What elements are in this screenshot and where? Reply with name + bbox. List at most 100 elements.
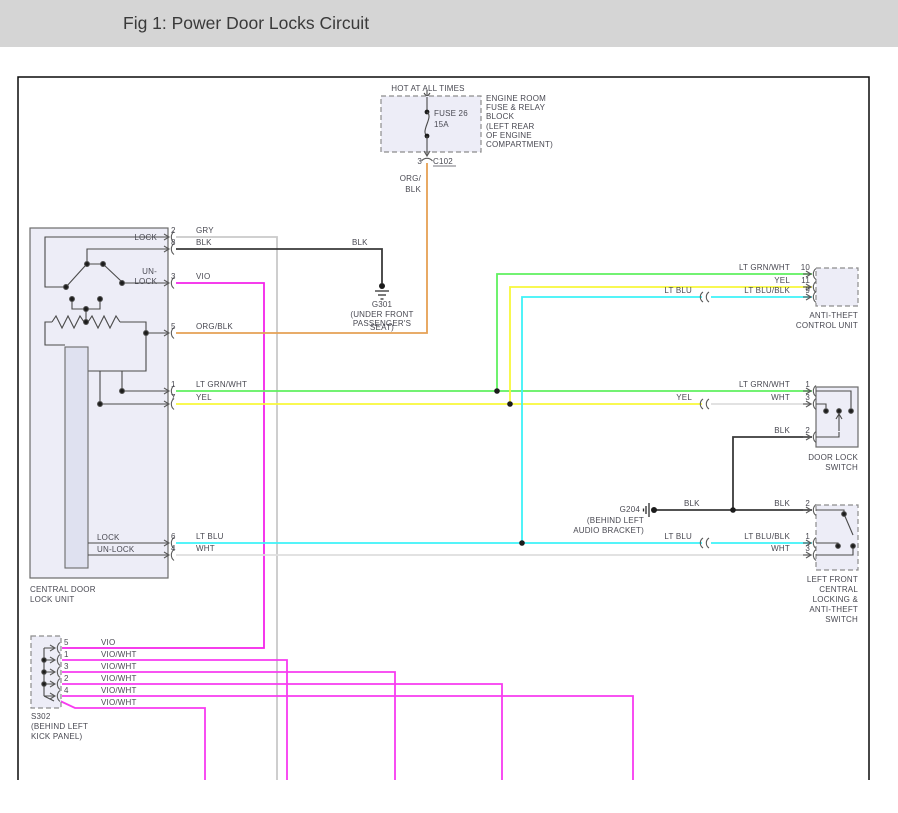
wire-name: YEL	[774, 276, 790, 285]
ground-g204: G204 (BEHIND LEFT AUDIO BRACKET) BLK	[573, 499, 700, 535]
fuse-block-location: OF ENGINE	[486, 131, 532, 140]
pin-number: 3	[805, 393, 810, 402]
fuse-block-location: COMPARTMENT)	[486, 140, 553, 149]
fuse-block-location: (LEFT REAR	[486, 122, 535, 131]
ground-location: AUDIO BRACKET)	[573, 526, 644, 535]
anti-theft-name: ANTI-THEFT	[809, 311, 858, 320]
splice-s302: 5 1 3 2 4 VIO VIO/WHT VIO/WHT VIO/WHT VI…	[31, 636, 137, 741]
fuse-block-box	[381, 96, 481, 152]
pin-number: 1	[64, 650, 69, 659]
junction-dot	[494, 388, 500, 394]
hot-label: HOT AT ALL TIMES	[391, 84, 464, 93]
c102-connector-link[interactable]: C102	[433, 157, 453, 166]
pin-number: 3	[171, 272, 176, 281]
pin-number: 11	[801, 276, 810, 285]
pin-number: 5	[64, 638, 69, 647]
pin-number: 1	[805, 380, 810, 389]
ground-location: (BEHIND LEFT	[587, 516, 644, 525]
c102-pin-number: 3	[417, 157, 422, 166]
anti-theft-box	[816, 268, 858, 306]
wire-name: BLK	[774, 499, 790, 508]
ground-id: G301	[372, 300, 393, 309]
splice-location: KICK PANEL)	[31, 732, 83, 741]
pin-number: 8	[171, 238, 176, 247]
junction-dot	[507, 401, 513, 407]
junction-dot	[730, 507, 736, 513]
lock-label: LOCK	[134, 233, 157, 242]
figure-title: Fig 1: Power Door Locks Circuit	[123, 0, 369, 47]
anti-theft-name: CONTROL UNIT	[796, 321, 858, 330]
wire-name: LT BLU	[196, 532, 224, 541]
wire-name: LT BLU	[664, 532, 692, 541]
wire-name: LT GRN/WHT	[739, 263, 790, 272]
pin-number: 2	[171, 226, 176, 235]
left-front-central-locking-switch: 2 1 3 BLK LT BLU/BLK WHT LT BLU LEFT FRO…	[664, 499, 858, 624]
figure-title-bar: Fig 1: Power Door Locks Circuit	[0, 0, 898, 47]
pin-number: 4	[171, 544, 176, 553]
wire-name: VIO/WHT	[101, 698, 137, 707]
wire-name: VIO	[196, 272, 210, 281]
lock-label: LOCK	[97, 533, 120, 542]
ground-id: G204	[620, 505, 641, 514]
wire-name: BLK	[684, 499, 700, 508]
left-front-switch-name: LOCKING &	[813, 595, 859, 604]
unlock-label: LOCK	[134, 277, 157, 286]
left-front-switch-name: CENTRAL	[819, 585, 858, 594]
ground-icon	[379, 283, 385, 289]
wire-name: GRY	[196, 226, 214, 235]
splice-location: (BEHIND LEFT	[31, 722, 88, 731]
unlock-label: UN-LOCK	[97, 545, 135, 554]
pin-number: 2	[805, 499, 810, 508]
wires	[58, 163, 812, 780]
wire-name: VIO/WHT	[101, 650, 137, 659]
pin-number: 6	[171, 532, 176, 541]
wire-name: LT GRN/WHT	[196, 380, 247, 389]
pin-number: 10	[801, 263, 811, 272]
fuse-block-name: BLOCK	[486, 112, 515, 121]
wire-name: LT GRN/WHT	[739, 380, 790, 389]
door-lock-switch-name: DOOR LOCK	[808, 453, 858, 462]
pin-number: 1	[171, 380, 176, 389]
door-lock-switch: 1 3 2 LT GRN/WHT WHT BLK YEL DOOR LOCK S…	[676, 380, 858, 472]
pin-number: 3	[64, 662, 69, 671]
wire-name: VIO	[101, 638, 115, 647]
wire-name: BLK	[774, 426, 790, 435]
splice-id: S302	[31, 712, 51, 721]
door-lock-switch-name: SWITCH	[825, 463, 858, 472]
wire-name: WHT	[771, 393, 790, 402]
ground-icon	[651, 507, 657, 513]
wiring-diagram-page: Fig 1: Power Door Locks Circuit	[0, 0, 898, 813]
fuse-rating: 15A	[434, 120, 449, 129]
ground-icon	[644, 503, 650, 517]
wire-name: YEL	[676, 393, 692, 402]
left-front-switch-box	[816, 505, 858, 570]
pin-number: 1	[805, 532, 810, 541]
engine-room-fuse-block: HOT AT ALL TIMES FUSE 26 15A ENGINE ROOM…	[381, 84, 553, 194]
circuit-diagram: HOT AT ALL TIMES FUSE 26 15A ENGINE ROOM…	[0, 47, 898, 813]
wire-name: BLK	[196, 238, 212, 247]
wire-name: VIO/WHT	[101, 662, 137, 671]
wire-name: WHT	[771, 544, 790, 553]
wire-name: ORG/BLK	[196, 322, 233, 331]
wire-name: LT BLU/BLK	[744, 286, 790, 295]
pin-number: 3	[805, 544, 810, 553]
wire-gry	[176, 237, 277, 780]
pin-number: 2	[805, 426, 810, 435]
left-front-switch-name: SWITCH	[825, 615, 858, 624]
org-blk-wire-label: BLK	[405, 185, 421, 194]
wire-blk-doorlock	[733, 437, 812, 510]
wire-name: YEL	[196, 393, 212, 402]
unlock-label: UN-	[142, 267, 157, 276]
wire-name: WHT	[196, 544, 215, 553]
wire-name: LT BLU	[664, 286, 692, 295]
ground-location: (UNDER FRONT	[350, 310, 413, 319]
wire-vio-wht-1	[62, 660, 287, 780]
pin-number: 7	[171, 393, 176, 402]
fuse-block-name: FUSE & RELAY	[486, 103, 546, 112]
ground-icon	[375, 291, 389, 299]
left-front-switch-name: LEFT FRONT	[807, 575, 858, 584]
wire-name: BLK	[352, 238, 368, 247]
central-unit-name: CENTRAL DOOR	[30, 585, 96, 594]
fuse-block-name: ENGINE ROOM	[486, 94, 546, 103]
wire-name: VIO/WHT	[101, 674, 137, 683]
